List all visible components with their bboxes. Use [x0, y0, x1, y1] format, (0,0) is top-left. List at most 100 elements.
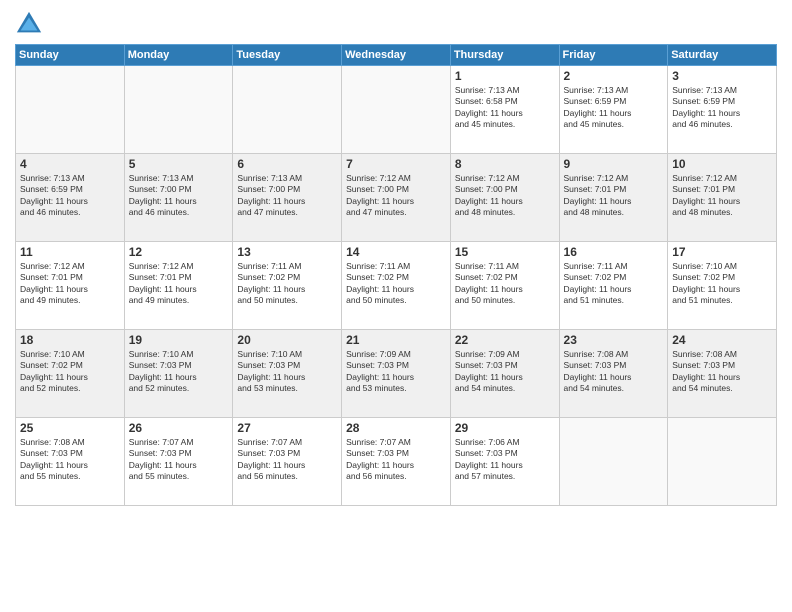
calendar-cell: 15 Sunrise: 7:11 AM Sunset: 7:02 PM Dayli… [450, 242, 559, 330]
day-number: 15 [455, 245, 555, 259]
day-info: Sunrise: 7:13 AM Sunset: 7:00 PM Dayligh… [237, 173, 337, 219]
calendar-cell: 22Sunrise: 7:09 AM Sunset: 7:03 PM Dayli… [450, 330, 559, 418]
calendar-cell: 17 Sunrise: 7:10 AM Sunset: 7:02 PM Dayli… [668, 242, 777, 330]
calendar-week-5: 25 Sunrise: 7:08 AM Sunset: 7:03 PM Dayli… [16, 418, 777, 506]
calendar-header-saturday: Saturday [668, 45, 777, 66]
calendar-cell: 2 Sunrise: 7:13 AM Sunset: 6:59 PM Daylig… [559, 66, 668, 154]
day-info: Sunrise: 7:12 AM Sunset: 7:01 PM Dayligh… [564, 173, 664, 219]
day-number: 1 [455, 69, 555, 83]
day-number: 19 [129, 333, 229, 347]
day-number: 21 [346, 333, 446, 347]
day-number: 7 [346, 157, 446, 171]
day-number: 13 [237, 245, 337, 259]
calendar-cell: 5Sunrise: 7:13 AM Sunset: 7:00 PM Daylig… [124, 154, 233, 242]
day-info: Sunrise: 7:10 AM Sunset: 7:03 PM Dayligh… [129, 349, 229, 395]
calendar-header-row: SundayMondayTuesdayWednesdayThursdayFrid… [16, 45, 777, 66]
day-number: 3 [672, 69, 772, 83]
day-info: Sunrise: 7:08 AM Sunset: 7:03 PM Dayligh… [672, 349, 772, 395]
day-number: 18 [20, 333, 120, 347]
day-info: Sunrise: 7:12 AM Sunset: 7:00 PM Dayligh… [346, 173, 446, 219]
day-info: Sunrise: 7:06 AM Sunset: 7:03 PM Dayligh… [455, 437, 555, 483]
calendar-cell: 26Sunrise: 7:07 AM Sunset: 7:03 PM Dayli… [124, 418, 233, 506]
day-number: 9 [564, 157, 664, 171]
calendar-cell [342, 66, 451, 154]
calendar-cell: 7 Sunrise: 7:12 AM Sunset: 7:00 PM Daylig… [342, 154, 451, 242]
calendar-cell: 9 Sunrise: 7:12 AM Sunset: 7:01 PM Daylig… [559, 154, 668, 242]
day-info: Sunrise: 7:10 AM Sunset: 7:03 PM Dayligh… [237, 349, 337, 395]
day-number: 5 [129, 157, 229, 171]
day-number: 6 [237, 157, 337, 171]
day-info: Sunrise: 7:13 AM Sunset: 6:59 PM Dayligh… [20, 173, 120, 219]
day-number: 24 [672, 333, 772, 347]
day-info: Sunrise: 7:12 AM Sunset: 7:01 PM Dayligh… [129, 261, 229, 307]
day-number: 4 [20, 157, 120, 171]
calendar-table: SundayMondayTuesdayWednesdayThursdayFrid… [15, 44, 777, 506]
calendar-cell: 20 Sunrise: 7:10 AM Sunset: 7:03 PM Dayli… [233, 330, 342, 418]
day-number: 8 [455, 157, 555, 171]
calendar-cell: 8 Sunrise: 7:12 AM Sunset: 7:00 PM Daylig… [450, 154, 559, 242]
calendar-week-4: 18Sunrise: 7:10 AM Sunset: 7:02 PM Dayli… [16, 330, 777, 418]
calendar-cell: 11 Sunrise: 7:12 AM Sunset: 7:01 PM Dayli… [16, 242, 125, 330]
day-info: Sunrise: 7:07 AM Sunset: 7:03 PM Dayligh… [129, 437, 229, 483]
day-number: 28 [346, 421, 446, 435]
calendar-header-sunday: Sunday [16, 45, 125, 66]
logo [15, 10, 47, 38]
calendar-cell: 18Sunrise: 7:10 AM Sunset: 7:02 PM Dayli… [16, 330, 125, 418]
day-number: 22 [455, 333, 555, 347]
day-number: 23 [564, 333, 664, 347]
day-number: 25 [20, 421, 120, 435]
day-info: Sunrise: 7:11 AM Sunset: 7:02 PM Dayligh… [455, 261, 555, 307]
logo-icon [15, 10, 43, 38]
calendar-cell: 1 Sunrise: 7:13 AM Sunset: 6:58 PM Daylig… [450, 66, 559, 154]
calendar-cell: 24 Sunrise: 7:08 AM Sunset: 7:03 PM Dayli… [668, 330, 777, 418]
day-info: Sunrise: 7:08 AM Sunset: 7:03 PM Dayligh… [20, 437, 120, 483]
calendar-cell: 28 Sunrise: 7:07 AM Sunset: 7:03 PM Dayli… [342, 418, 451, 506]
calendar-cell: 12 Sunrise: 7:12 AM Sunset: 7:01 PM Dayli… [124, 242, 233, 330]
day-info: Sunrise: 7:11 AM Sunset: 7:02 PM Dayligh… [564, 261, 664, 307]
calendar-cell: 21 Sunrise: 7:09 AM Sunset: 7:03 PM Dayli… [342, 330, 451, 418]
page: SundayMondayTuesdayWednesdayThursdayFrid… [0, 0, 792, 612]
calendar-cell: 19 Sunrise: 7:10 AM Sunset: 7:03 PM Dayli… [124, 330, 233, 418]
day-number: 20 [237, 333, 337, 347]
calendar-cell: 3Sunrise: 7:13 AM Sunset: 6:59 PM Daylig… [668, 66, 777, 154]
day-info: Sunrise: 7:13 AM Sunset: 6:58 PM Dayligh… [455, 85, 555, 131]
calendar-cell [559, 418, 668, 506]
calendar-week-1: 1 Sunrise: 7:13 AM Sunset: 6:58 PM Daylig… [16, 66, 777, 154]
day-number: 14 [346, 245, 446, 259]
day-info: Sunrise: 7:11 AM Sunset: 7:02 PM Dayligh… [346, 261, 446, 307]
day-info: Sunrise: 7:08 AM Sunset: 7:03 PM Dayligh… [564, 349, 664, 395]
day-info: Sunrise: 7:12 AM Sunset: 7:01 PM Dayligh… [20, 261, 120, 307]
calendar-header-wednesday: Wednesday [342, 45, 451, 66]
calendar-cell: 27Sunrise: 7:07 AM Sunset: 7:03 PM Dayli… [233, 418, 342, 506]
calendar-cell [233, 66, 342, 154]
calendar-cell: 13 Sunrise: 7:11 AM Sunset: 7:02 PM Dayli… [233, 242, 342, 330]
calendar-cell: 25 Sunrise: 7:08 AM Sunset: 7:03 PM Dayli… [16, 418, 125, 506]
day-info: Sunrise: 7:12 AM Sunset: 7:00 PM Dayligh… [455, 173, 555, 219]
calendar-week-2: 4 Sunrise: 7:13 AM Sunset: 6:59 PM Daylig… [16, 154, 777, 242]
calendar-header-friday: Friday [559, 45, 668, 66]
header [15, 10, 777, 38]
day-number: 17 [672, 245, 772, 259]
calendar-cell [668, 418, 777, 506]
calendar-header-thursday: Thursday [450, 45, 559, 66]
day-number: 2 [564, 69, 664, 83]
day-info: Sunrise: 7:12 AM Sunset: 7:01 PM Dayligh… [672, 173, 772, 219]
calendar-cell [16, 66, 125, 154]
calendar-week-3: 11 Sunrise: 7:12 AM Sunset: 7:01 PM Dayli… [16, 242, 777, 330]
calendar-cell: 6 Sunrise: 7:13 AM Sunset: 7:00 PM Daylig… [233, 154, 342, 242]
day-info: Sunrise: 7:10 AM Sunset: 7:02 PM Dayligh… [672, 261, 772, 307]
day-number: 10 [672, 157, 772, 171]
calendar-cell: 29Sunrise: 7:06 AM Sunset: 7:03 PM Dayli… [450, 418, 559, 506]
calendar-cell: 16Sunrise: 7:11 AM Sunset: 7:02 PM Dayli… [559, 242, 668, 330]
day-number: 12 [129, 245, 229, 259]
calendar-header-tuesday: Tuesday [233, 45, 342, 66]
day-info: Sunrise: 7:07 AM Sunset: 7:03 PM Dayligh… [346, 437, 446, 483]
day-info: Sunrise: 7:09 AM Sunset: 7:03 PM Dayligh… [346, 349, 446, 395]
day-info: Sunrise: 7:11 AM Sunset: 7:02 PM Dayligh… [237, 261, 337, 307]
day-info: Sunrise: 7:13 AM Sunset: 6:59 PM Dayligh… [564, 85, 664, 131]
calendar-header-monday: Monday [124, 45, 233, 66]
calendar-cell [124, 66, 233, 154]
calendar-cell: 23 Sunrise: 7:08 AM Sunset: 7:03 PM Dayli… [559, 330, 668, 418]
day-number: 11 [20, 245, 120, 259]
calendar-cell: 14 Sunrise: 7:11 AM Sunset: 7:02 PM Dayli… [342, 242, 451, 330]
